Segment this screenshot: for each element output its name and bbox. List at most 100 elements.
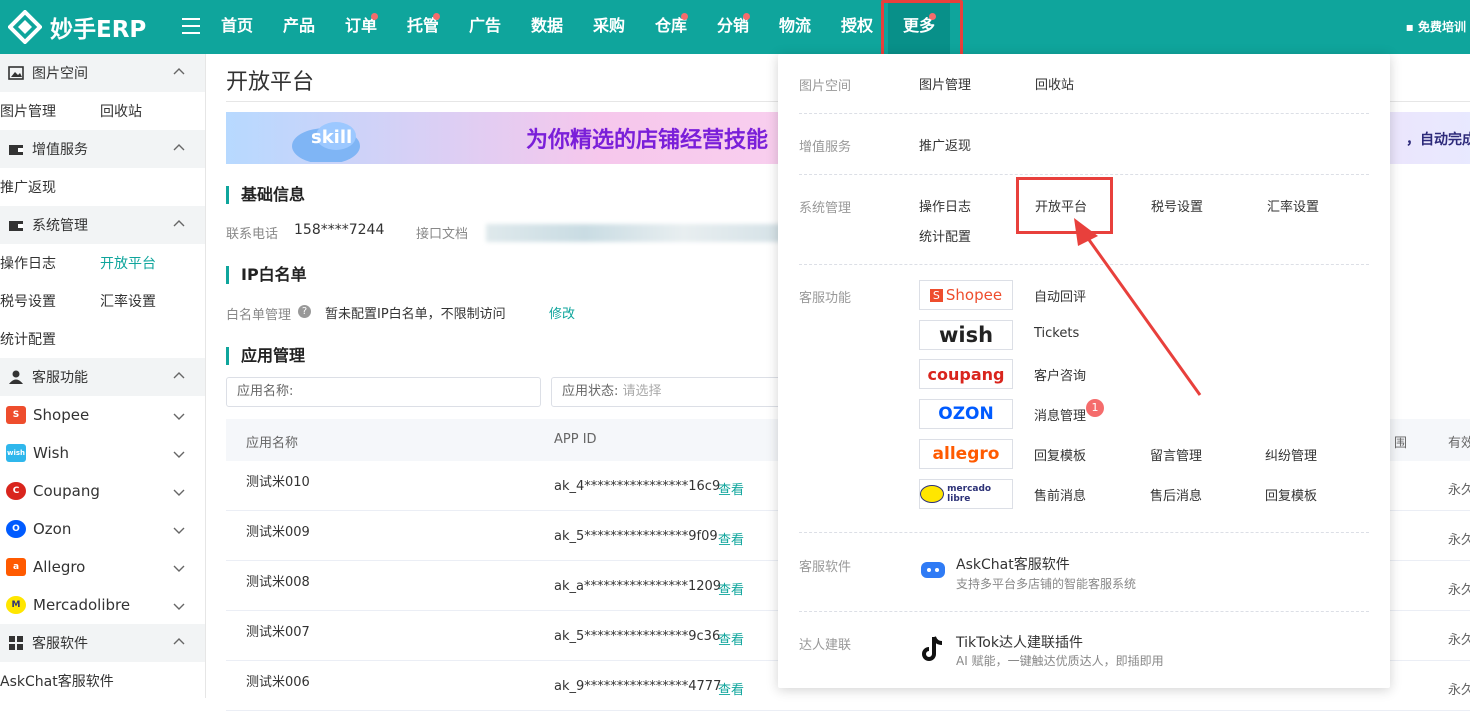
mercadolibre-logo[interactable]: mercado libre <box>919 479 1013 509</box>
nav-label: 授权 <box>840 16 873 35</box>
sidebar-item-stats[interactable]: 统计配置 <box>0 329 100 349</box>
shopee-icon: S <box>6 406 26 424</box>
sidebar-section-value[interactable]: 增值服务 <box>0 130 205 168</box>
popup-item-aftersale[interactable]: 售后消息 <box>1150 485 1202 504</box>
app-id-cell: ak_4****************16c9 <box>554 479 721 494</box>
view-link[interactable]: 查看 <box>718 579 744 598</box>
app-status-filter[interactable]: 应用状态: 请选择 <box>551 377 791 407</box>
askchat-icon <box>921 562 945 578</box>
popup-item-reply-template[interactable]: 回复模板 <box>1034 445 1086 464</box>
nav-item[interactable]: 托管 <box>392 0 454 54</box>
nav-item[interactable]: 仓库 <box>640 0 702 54</box>
chevron-up-icon[interactable] <box>173 636 185 648</box>
popup-item-reply-template-2[interactable]: 回复模板 <box>1265 485 1317 504</box>
popup-item-rate[interactable]: 汇率设置 <box>1267 196 1319 215</box>
settings-icon <box>9 221 23 231</box>
nav-label: 数据 <box>530 16 563 35</box>
popup-item-promo[interactable]: 推广返现 <box>919 135 971 154</box>
app-name-cell: 测试米008 <box>246 575 310 590</box>
sidebar-item-promo[interactable]: 推广返现 <box>0 177 100 197</box>
view-link[interactable]: 查看 <box>718 629 744 648</box>
popup-item-image-manage[interactable]: 图片管理 <box>919 74 971 93</box>
sidebar-section-cs[interactable]: 客服功能 <box>0 358 205 396</box>
nav-item[interactable]: 采购 <box>578 0 640 54</box>
sidebar-item-askchat[interactable]: AskChat客服软件 <box>0 671 200 691</box>
sidebar-platform-ozon[interactable]: O Ozon <box>0 510 205 548</box>
nav-label: 采购 <box>592 16 625 35</box>
tiktok-title[interactable]: TikTok达人建联插件 <box>956 632 1083 652</box>
popup-item-disputes[interactable]: 纠纷管理 <box>1265 445 1317 464</box>
section-app-manage: 应用管理 <box>226 347 305 365</box>
allegro-icon: a <box>6 558 26 576</box>
sidebar-section-soft[interactable]: 客服软件 <box>0 624 205 662</box>
wish-logo[interactable]: wish <box>919 320 1013 350</box>
sidebar-platform-wish[interactable]: wish Wish <box>0 434 205 472</box>
popup-item-messages[interactable]: 消息管理 <box>1034 405 1086 424</box>
popup-item-oplog[interactable]: 操作日志 <box>919 196 971 215</box>
view-link[interactable]: 查看 <box>718 679 744 698</box>
sidebar-platform-allegro[interactable]: a Allegro <box>0 548 205 586</box>
ip-edit-link[interactable]: 修改 <box>549 303 575 322</box>
sidebar-platform-mercadolibre[interactable]: M Mercadolibre <box>0 586 205 624</box>
sidebar-item-image-manage[interactable]: 图片管理 <box>0 101 100 121</box>
doc-link-blurred[interactable] <box>486 224 782 242</box>
notification-dot <box>743 13 750 20</box>
popup-label-value: 增值服务 <box>799 140 852 155</box>
ozon-logo[interactable]: OZON <box>919 399 1013 429</box>
chevron-down-icon <box>173 527 185 534</box>
shopee-logo[interactable]: S Shopee <box>919 280 1013 310</box>
sidebar-item-rate[interactable]: 汇率设置 <box>100 291 200 311</box>
chevron-up-icon[interactable] <box>173 66 185 78</box>
nav-item[interactable]: 数据 <box>516 0 578 54</box>
col-app-name: 应用名称 <box>246 436 299 451</box>
coupang-logo[interactable]: coupang <box>919 359 1013 389</box>
sidebar-item-open-platform[interactable]: 开放平台 <box>100 253 200 273</box>
free-training-link[interactable]: ▪ 免费培训 <box>1406 18 1466 35</box>
chevron-down-icon <box>173 603 185 610</box>
popup-item-comments[interactable]: 留言管理 <box>1150 445 1202 464</box>
popup-item-presale[interactable]: 售前消息 <box>1034 485 1086 504</box>
nav-item[interactable]: 授权 <box>826 0 888 54</box>
help-icon[interactable]: ? <box>298 305 311 318</box>
sidebar-platform-shopee[interactable]: S Shopee <box>0 396 205 434</box>
sidebar-section-image-space[interactable]: 图片空间 <box>0 54 205 92</box>
nav-item[interactable]: 产品 <box>268 0 330 54</box>
col-range: 围 <box>1394 436 1408 451</box>
askchat-desc: 支持多平台多店铺的智能客服系统 <box>956 577 1137 591</box>
col-valid: 有效 <box>1448 436 1470 451</box>
nav-item[interactable]: 广告 <box>454 0 516 54</box>
popup-divider <box>799 174 1369 175</box>
popup-label-image: 图片空间 <box>799 79 852 94</box>
app-name-filter[interactable]: 应用名称: <box>226 377 541 407</box>
app-id-cell: ak_a****************1209 <box>554 579 722 594</box>
col-app-id: APP ID <box>554 432 597 447</box>
wish-icon: wish <box>6 444 26 462</box>
sidebar-item-recycle[interactable]: 回收站 <box>100 101 200 121</box>
allegro-logo[interactable]: allegro <box>919 439 1013 469</box>
askchat-title[interactable]: AskChat客服软件 <box>956 554 1070 574</box>
chevron-up-icon[interactable] <box>173 370 185 382</box>
chevron-up-icon[interactable] <box>173 218 185 230</box>
popup-item-recycle[interactable]: 回收站 <box>1035 74 1074 93</box>
app-logo[interactable]: 妙手ERP <box>8 10 158 44</box>
valid-cell: 永久 <box>1448 683 1470 698</box>
nav-item[interactable]: 分销 <box>702 0 764 54</box>
view-link[interactable]: 查看 <box>718 529 744 548</box>
nav-item[interactable]: 订单 <box>330 0 392 54</box>
sidebar-item-tax[interactable]: 税号设置 <box>0 291 100 311</box>
app-id-cell: ak_5****************9f09 <box>554 529 718 544</box>
sidebar-item-oplog[interactable]: 操作日志 <box>0 253 100 273</box>
chevron-up-icon[interactable] <box>173 142 185 154</box>
popup-item-stats[interactable]: 统计配置 <box>919 226 971 245</box>
messages-badge: 1 <box>1086 399 1104 417</box>
view-link[interactable]: 查看 <box>718 479 744 498</box>
app-name-cell: 测试米006 <box>246 675 310 690</box>
app-id-cell: ak_9****************4777 <box>554 679 722 694</box>
sidebar-platform-coupang[interactable]: C Coupang <box>0 472 205 510</box>
hamburger-menu-icon[interactable] <box>182 18 200 34</box>
sidebar-section-system[interactable]: 系统管理 <box>0 206 205 244</box>
banner-text-right: ，自动完成 <box>1406 132 1470 148</box>
nav-item[interactable]: 首页 <box>206 0 268 54</box>
nav-item[interactable]: 物流 <box>764 0 826 54</box>
chevron-down-icon <box>173 489 185 496</box>
